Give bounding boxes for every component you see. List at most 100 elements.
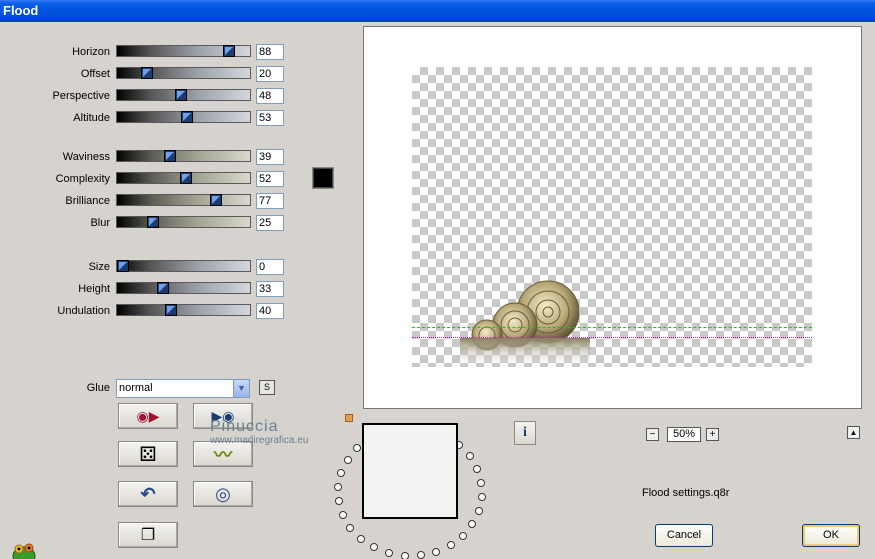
slider-label: Perspective [52,90,110,102]
watermark-site: www.madiregrafica.eu [210,435,309,446]
glue-value: normal [119,382,153,394]
perspective-slider[interactable] [116,89,251,101]
window-title: Flood [0,0,875,22]
reset-icon: ◉▶ [136,407,160,424]
flood-spheres-preview [460,280,590,368]
perspective-value-input[interactable]: 48 [256,88,284,104]
ring-handle[interactable] [345,414,353,422]
horizon-slider[interactable] [116,45,251,57]
brilliance-value-input[interactable]: 77 [256,193,284,209]
ring-dot[interactable] [343,455,352,464]
slider-thumb[interactable] [147,216,159,228]
expand-up-button[interactable]: ▲ [847,426,860,439]
offset-slider[interactable] [116,67,251,79]
ring-dot[interactable] [334,497,343,506]
slider-label: Height [78,283,110,295]
waviness-slider[interactable] [116,150,251,162]
slider-row-altitude: Altitude 53 [0,110,290,126]
ring-dot[interactable] [346,524,355,532]
copy-button[interactable]: ❐ [118,522,178,548]
slider-thumb[interactable] [210,194,222,206]
ring-dot[interactable] [356,534,365,543]
undo-button[interactable]: ↶ [118,481,178,507]
slider-row-brilliance: Brilliance 77 [0,193,290,209]
horizon-value-input[interactable]: 88 [256,44,284,60]
ok-button[interactable]: OK [802,524,860,547]
random-button[interactable]: ⚄ [118,441,178,467]
light-color-preview[interactable] [362,423,458,519]
ring-dot[interactable] [338,511,347,520]
altitude-value-input[interactable]: 53 [256,110,284,126]
frog-logo-icon [12,543,36,559]
ring-dot[interactable] [446,540,455,549]
slider-thumb[interactable] [141,67,153,79]
ring-dot[interactable] [432,547,441,556]
ring-dot[interactable] [334,483,343,492]
cancel-button[interactable]: Cancel [655,524,713,547]
ring-dot[interactable] [369,543,378,552]
slider-thumb[interactable] [157,282,169,294]
slider-row-undulation: Undulation 40 [0,303,290,319]
slider-label: Waviness [62,151,110,163]
slider-row-complexity: Complexity 52 [0,171,290,187]
ring-dot[interactable] [416,551,425,559]
slider-label: Complexity [55,173,110,185]
ring-dot[interactable] [473,464,482,473]
ring-dot[interactable] [474,506,483,515]
altitude-slider[interactable] [116,111,251,123]
slider-thumb[interactable] [164,150,176,162]
zoom-in-button[interactable]: + [706,428,719,441]
zoom-value[interactable]: 50% [667,427,701,442]
reset-button[interactable]: ◉▶ [118,403,178,429]
undulation-value-input[interactable]: 40 [256,303,284,319]
slider-thumb[interactable] [180,172,192,184]
slider-thumb[interactable] [181,111,193,123]
ring-dot[interactable] [468,520,477,529]
size-value-input[interactable]: 0 [256,259,284,275]
glue-label: Glue [86,382,110,394]
chevron-down-icon[interactable]: ▼ [233,380,249,397]
offset-guide-line[interactable] [412,337,812,338]
slider-row-perspective: Perspective 48 [0,88,290,104]
slider-row-waviness: Waviness 39 [0,149,290,165]
stop-button[interactable]: ◎ [193,481,253,507]
undo-icon: ↶ [140,483,156,504]
slider-label: Horizon [72,46,110,58]
complexity-slider[interactable] [116,172,251,184]
blur-slider[interactable] [116,216,251,228]
ring-dot[interactable] [337,469,346,478]
height-value-input[interactable]: 33 [256,281,284,297]
slider-label: Brilliance [65,195,110,207]
slider-thumb[interactable] [175,89,187,101]
slider-row-height: Height 33 [0,281,290,297]
glue-select[interactable]: normal ▼ [116,379,250,398]
copy-icon: ❐ [140,527,156,544]
zoom-out-button[interactable]: − [646,428,659,441]
height-slider[interactable] [116,282,251,294]
offset-value-input[interactable]: 20 [256,66,284,82]
blur-value-input[interactable]: 25 [256,215,284,231]
ring-dot[interactable] [477,478,486,487]
waviness-value-input[interactable]: 39 [256,149,284,165]
ring-dot[interactable] [458,531,467,540]
ring-dot[interactable] [353,444,362,453]
preset-filename: Flood settings.q8r [642,487,730,499]
ring-dot[interactable] [384,549,393,558]
ring-dot[interactable] [400,551,409,559]
size-slider[interactable] [116,260,251,272]
slider-thumb[interactable] [117,260,129,272]
undulation-slider[interactable] [116,304,251,316]
slider-thumb[interactable] [165,304,177,316]
stop-icon: ◎ [215,483,231,504]
info-button[interactable]: i [514,421,536,445]
glue-sync-button[interactable]: S [259,380,275,395]
slider-label: Blur [90,217,110,229]
horizon-guide-line[interactable] [412,327,812,328]
ring-dot[interactable] [465,451,474,460]
brilliance-slider[interactable] [116,194,251,206]
ring-dot[interactable] [477,492,486,501]
slider-label: Size [88,261,110,273]
slider-thumb[interactable] [223,45,235,57]
complexity-value-input[interactable]: 52 [256,171,284,187]
color-swatch[interactable] [312,167,334,189]
